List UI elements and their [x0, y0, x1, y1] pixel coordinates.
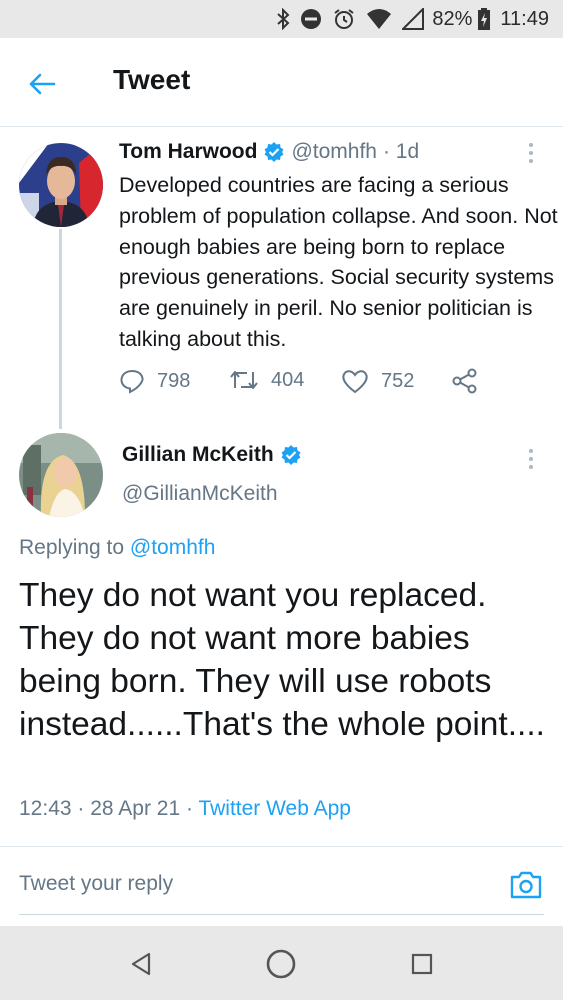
alarm-icon: [332, 7, 356, 31]
signal-icon: [402, 8, 425, 30]
reply-button[interactable]: 798: [119, 368, 190, 394]
retweet-icon: [230, 371, 258, 389]
tweet-header: Tom Harwood @tomhfh · 1d: [119, 140, 419, 164]
tweet-text: Developed countries are facing a serious…: [119, 173, 558, 351]
avatar[interactable]: [19, 433, 103, 517]
share-icon: [452, 368, 477, 394]
tweet-metadata: 12:43 · 28 Apr 21 · Twitter Web App: [19, 797, 351, 821]
nav-back-icon[interactable]: [121, 944, 161, 984]
verified-badge-icon: [263, 141, 285, 163]
author-name[interactable]: Tom Harwood: [119, 140, 257, 164]
author-name[interactable]: Gillian McKeith: [122, 443, 274, 467]
bluetooth-icon: [276, 8, 290, 30]
like-button[interactable]: 752: [341, 368, 414, 394]
replying-label: Replying to: [19, 536, 130, 559]
tweet-age: · 1d: [382, 140, 420, 163]
more-options-icon[interactable]: [521, 138, 541, 168]
author-name-row: Gillian McKeith: [122, 443, 308, 467]
reply-icon: [120, 369, 144, 394]
divider: [0, 846, 563, 847]
like-count: 752: [381, 369, 415, 392]
dnd-icon: [300, 8, 322, 30]
tweet-text: They do not want you replaced. They do n…: [19, 577, 545, 743]
back-arrow-icon[interactable]: [22, 64, 62, 104]
nav-home-icon[interactable]: [261, 944, 301, 984]
reply-input[interactable]: Tweet your reply: [19, 872, 173, 896]
wifi-icon: [366, 8, 392, 30]
system-nav-bar: [0, 926, 563, 1000]
replying-to: Replying to @tomhfh: [19, 536, 215, 560]
page-title: Tweet: [113, 64, 191, 95]
reply-count: 798: [157, 369, 191, 392]
verified-badge-icon: [280, 444, 302, 466]
nav-recents-icon[interactable]: [402, 944, 442, 984]
battery-percent: 82%: [432, 7, 473, 30]
tweet-time: 12:43: [19, 797, 72, 820]
tweet-date: 28 Apr 21: [90, 797, 181, 820]
tweet-actions: 798 404 752: [119, 368, 499, 400]
clock: 11:49: [500, 7, 549, 30]
reply-input-underline: [19, 914, 544, 915]
camera-icon[interactable]: [507, 866, 545, 904]
author-handle[interactable]: @tomhfh: [291, 140, 377, 164]
tweet-source-link[interactable]: Twitter Web App: [198, 797, 351, 820]
status-bar: 82% 11:49: [0, 0, 563, 38]
meta-separator: ·: [71, 797, 91, 820]
app-header: Tweet: [0, 38, 563, 127]
heart-icon: [342, 370, 368, 394]
retweet-count: 404: [271, 368, 305, 391]
meta-separator: ·: [180, 797, 199, 820]
more-options-icon[interactable]: [521, 444, 541, 474]
battery-charging-icon: [478, 8, 491, 30]
retweet-button[interactable]: 404: [229, 368, 304, 392]
author-handle[interactable]: @GillianMcKeith: [122, 482, 278, 506]
share-button[interactable]: [452, 368, 490, 394]
avatar[interactable]: [19, 143, 103, 227]
replying-handle-link[interactable]: @tomhfh: [130, 536, 216, 559]
thread-line: [59, 229, 62, 429]
